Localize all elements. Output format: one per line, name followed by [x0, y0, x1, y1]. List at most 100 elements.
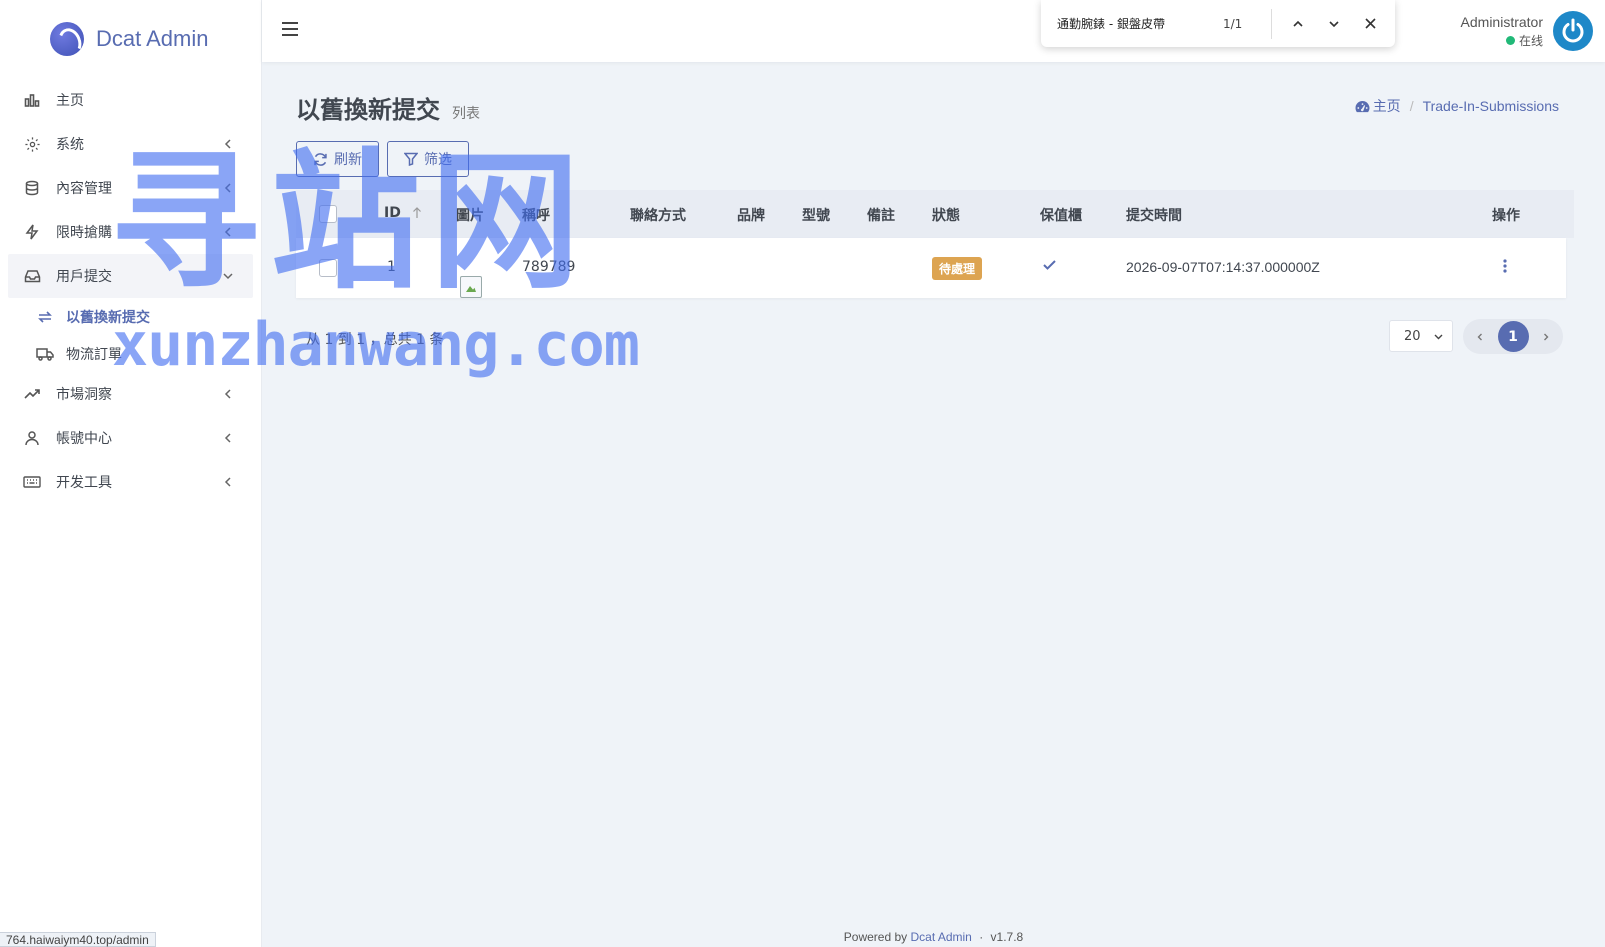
chevron-right-icon [1544, 333, 1549, 340]
gear-icon [22, 134, 42, 154]
column-header-note: 備註 [867, 208, 895, 224]
user-menu[interactable]: Administrator 在线 [1461, 11, 1593, 51]
footer-brand-link[interactable]: Dcat Admin [910, 930, 971, 944]
status-badge: 待處理 [932, 257, 983, 280]
cell-id: 1 [387, 259, 396, 275]
sidebar-item-label: 主页 [56, 93, 84, 109]
menu-toggle-icon[interactable] [282, 22, 298, 36]
browser-status-url: 764.haiwaiym40.top/admin [0, 932, 156, 947]
sidebar-item-market-insights[interactable]: 市場洞察 [8, 372, 253, 416]
pagination-info: 从 1 到 1 ，总共 1 条 [306, 332, 444, 348]
filter-button[interactable]: 筛选 [387, 141, 469, 177]
column-header-actions: 操作 [1492, 208, 1520, 224]
sidebar-item-label: 开发工具 [56, 475, 112, 491]
find-query[interactable]: 通勤腕錶 - 銀盤皮帶 [1057, 15, 1223, 32]
find-next-button[interactable] [1316, 9, 1352, 39]
pagination: 1 [1463, 319, 1563, 354]
sidebar-item-label: 內容管理 [56, 181, 112, 197]
cell-name: 789789 [522, 259, 576, 275]
chevron-left-icon [1477, 333, 1482, 340]
sidebar-item-content[interactable]: 內容管理 [8, 166, 253, 210]
inbox-icon [22, 266, 42, 286]
column-header-id[interactable]: ID [384, 205, 423, 221]
find-bar: 通勤腕錶 - 銀盤皮帶 1/1 [1041, 0, 1395, 47]
chevron-up-icon [1293, 20, 1303, 27]
breadcrumb: 主页 / Trade-In-Submissions [1355, 96, 1559, 116]
chevron-left-icon [224, 433, 231, 443]
find-prev-button[interactable] [1280, 9, 1316, 39]
filter-icon [404, 152, 418, 166]
online-dot-icon [1505, 35, 1515, 45]
table-header-row: ID 圖片 稱呼 聯絡方式 品牌 型號 備註 狀態 保值櫃 提交時間 操作 [296, 190, 1574, 238]
next-page-button[interactable] [1533, 324, 1559, 350]
logo[interactable]: Dcat Admin [0, 0, 261, 78]
sidebar-item-account-center[interactable]: 帳號中心 [8, 416, 253, 460]
column-header-brand: 品牌 [737, 208, 765, 224]
per-page-value: 20 [1404, 328, 1421, 344]
footer-powered-by: Powered by [843, 930, 908, 944]
sidebar-item-user-submissions[interactable]: 用戶提交 [8, 254, 253, 298]
data-table: ID 圖片 稱呼 聯絡方式 品牌 型號 備註 狀態 保值櫃 提交時間 操作 1 … [296, 190, 1574, 298]
truck-icon [36, 345, 54, 363]
cell-submitted-at: 2026-09-07T07:14:37.000000Z [1126, 259, 1320, 275]
grid-toolbar: 刷新 筛选 [296, 141, 477, 177]
database-icon [22, 178, 42, 198]
select-all-checkbox[interactable] [319, 205, 337, 223]
sidebar: Dcat Admin 主页 系统 內容管理 限時搶購 用戶提交 以舊換新提交 物… [0, 0, 262, 947]
refresh-icon [314, 152, 327, 166]
broken-image-icon[interactable] [460, 276, 482, 298]
column-header-contact: 聯絡方式 [630, 208, 686, 224]
previous-page-button[interactable] [1467, 324, 1493, 350]
sidebar-item-label: 市場洞察 [56, 387, 112, 403]
refresh-button[interactable]: 刷新 [296, 141, 379, 177]
column-header-name: 稱呼 [522, 208, 550, 224]
chevron-left-icon [224, 227, 231, 237]
find-close-button[interactable] [1352, 9, 1388, 39]
avatar[interactable] [1553, 11, 1593, 51]
page-button-current[interactable]: 1 [1497, 321, 1529, 352]
trending-up-icon [22, 384, 42, 404]
sidebar-subitem-logistics[interactable]: 物流訂單 [8, 335, 253, 372]
row-checkbox[interactable] [319, 259, 337, 277]
row-actions-menu[interactable] [1502, 257, 1508, 279]
logo-text: Dcat Admin [96, 26, 209, 51]
sidebar-item-dev-tools[interactable]: 开发工具 [8, 460, 253, 504]
column-header-image: 圖片 [456, 208, 484, 224]
sidebar-item-label: 限時搶購 [56, 225, 112, 241]
lightning-icon [22, 222, 42, 242]
footer-version: v1.7.8 [990, 930, 1024, 944]
sidebar-item-label: 系统 [56, 137, 84, 153]
chevron-left-icon [224, 477, 231, 487]
table-row[interactable]: 1 789789 待處理 2026-09-07T07:14:37.000000Z [296, 238, 1566, 298]
breadcrumb-current[interactable]: Trade-In-Submissions [1423, 98, 1559, 114]
logo-icon [50, 22, 84, 56]
power-icon [1562, 18, 1584, 43]
sidebar-subitem-trade-in[interactable]: 以舊換新提交 [8, 298, 253, 335]
user-status-label: 在线 [1518, 33, 1543, 48]
footer: Powered by Dcat Admin · v1.7.8 [262, 930, 1605, 944]
cell-vault [1042, 257, 1057, 276]
sidebar-item-label: 帳號中心 [56, 431, 112, 447]
sidebar-item-system[interactable]: 系统 [8, 122, 253, 166]
keyboard-icon [22, 472, 42, 492]
check-icon [1043, 260, 1056, 270]
chevron-down-icon [223, 273, 233, 280]
per-page-select[interactable]: 20 [1389, 320, 1453, 352]
page-title: 以舊換新提交 [296, 96, 440, 124]
sort-arrow-up-icon[interactable] [411, 207, 423, 219]
breadcrumb-separator: / [1409, 98, 1414, 114]
column-header-status: 狀態 [932, 208, 960, 224]
user-icon [22, 428, 42, 448]
bar-chart-icon [22, 90, 42, 110]
top-navbar: Administrator 在线 [262, 0, 1605, 62]
column-header-label: ID [384, 205, 401, 221]
user-status: 在线 [1461, 32, 1543, 49]
ellipsis-vertical-icon [1503, 259, 1507, 273]
sidebar-item-flash-sale[interactable]: 限時搶購 [8, 210, 253, 254]
sidebar-item-home[interactable]: 主页 [8, 78, 253, 122]
breadcrumb-home-link[interactable]: 主页 [1373, 96, 1401, 116]
find-divider [1271, 8, 1272, 39]
chevron-down-icon [1434, 334, 1443, 340]
sidebar-subitem-label: 以舊換新提交 [66, 309, 150, 326]
chevron-down-icon [1329, 20, 1339, 27]
